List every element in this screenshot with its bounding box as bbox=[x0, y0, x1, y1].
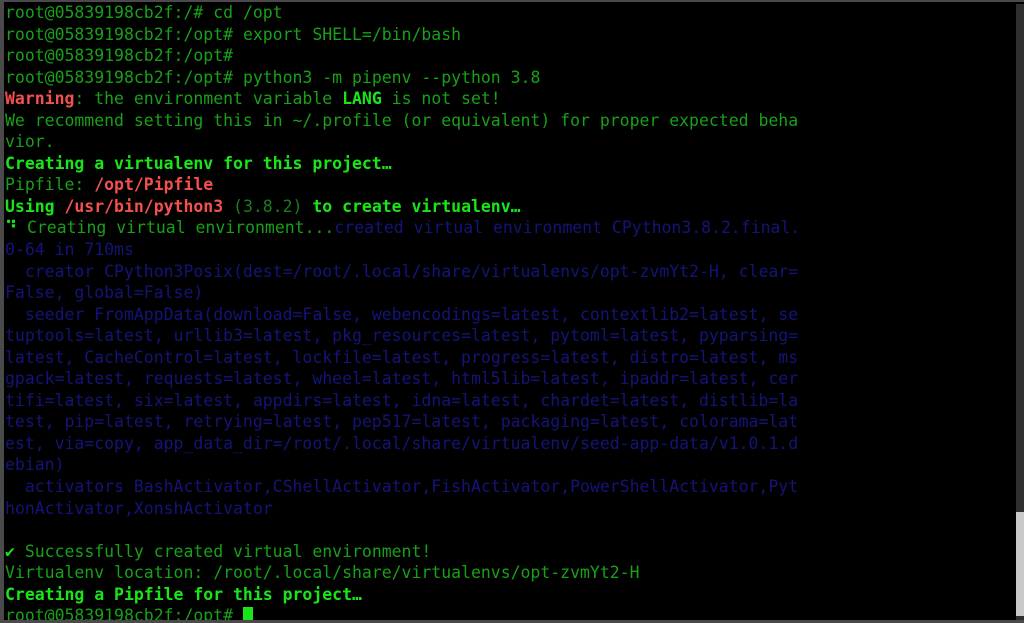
terminal-line: est, via=copy, app_data_dir=/root/.local… bbox=[5, 433, 1016, 455]
terminal-text-span: root@05839198cb2f:/opt# bbox=[5, 24, 243, 44]
terminal-line: Virtualenv location: /root/.local/share/… bbox=[5, 562, 1016, 584]
terminal-text-span: creator CPython3Posix(dest=/root/.local/… bbox=[5, 261, 799, 281]
terminal-text-span: cd /opt bbox=[213, 3, 283, 22]
terminal-line: honActivator,XonshActivator bbox=[5, 498, 1016, 520]
terminal-text-span: Warning bbox=[5, 89, 75, 109]
terminal-line: vior. bbox=[5, 131, 1016, 153]
terminal-text-span: Creating virtual environment... bbox=[26, 218, 335, 238]
terminal-text-span: root@05839198cb2f:/opt# bbox=[5, 606, 243, 620]
terminal-line: ⠙ Creating virtual environment...created… bbox=[5, 217, 1016, 239]
terminal-line: Pipfile: /opt/Pipfile bbox=[5, 174, 1016, 196]
terminal-line: We recommend setting this in ~/.profile … bbox=[5, 110, 1016, 132]
terminal-text-span: root@05839198cb2f:/opt# bbox=[5, 67, 243, 87]
terminal-text-span: Virtualenv location: /root/.local/share/… bbox=[5, 563, 640, 583]
terminal-text-span: root@05839198cb2f:/# bbox=[5, 3, 214, 22]
terminal-text-span: /usr/bin/python3 bbox=[64, 196, 224, 216]
terminal-line: ✔ Successfully created virtual environme… bbox=[5, 541, 1016, 563]
scrollbar-thumb[interactable] bbox=[1016, 512, 1024, 616]
terminal-line: ebian) bbox=[5, 454, 1016, 476]
terminal-text-span: /opt/Pipfile bbox=[94, 175, 214, 195]
terminal-text-span: False, global=False) bbox=[5, 283, 204, 303]
terminal-text-span: latest, CacheControl=latest, lockfile=la… bbox=[5, 347, 799, 367]
terminal-line: seeder FromAppData(download=False, weben… bbox=[5, 304, 1016, 326]
terminal-text-span bbox=[302, 197, 312, 216]
vertical-scrollbar[interactable] bbox=[1016, 4, 1024, 620]
terminal-line: 0-64 in 710ms bbox=[5, 239, 1016, 261]
terminal-text-span: tifi=latest, six=latest, appdirs=latest,… bbox=[5, 390, 799, 410]
terminal-text-span: python3 -m pipenv --python 3.8 bbox=[242, 67, 541, 87]
terminal-text-span: : the environment variable bbox=[74, 89, 343, 109]
terminal-line: test, pip=latest, retrying=latest, pep51… bbox=[5, 411, 1016, 433]
terminal-line: tifi=latest, six=latest, appdirs=latest,… bbox=[5, 390, 1016, 412]
terminal-text-span: 0-64 in 710ms bbox=[5, 240, 134, 260]
terminal-line: root@05839198cb2f:/# cd /opt bbox=[5, 2, 1016, 24]
terminal-text-span: Creating a virtualenv for this project… bbox=[5, 153, 392, 173]
terminal-line: root@05839198cb2f:/opt# export SHELL=/bi… bbox=[5, 24, 1016, 46]
terminal-text-span: seeder FromAppData(download=False, weben… bbox=[5, 304, 799, 324]
terminal-text-span: ebian) bbox=[5, 455, 65, 475]
terminal-line: creator CPython3Posix(dest=/root/.local/… bbox=[5, 261, 1016, 283]
terminal-line: False, global=False) bbox=[5, 282, 1016, 304]
terminal-line: Warning: the environment variable LANG i… bbox=[5, 88, 1016, 110]
terminal-text-span: Pipfile: bbox=[5, 175, 95, 195]
terminal-line: root@05839198cb2f:/opt# bbox=[5, 45, 1016, 67]
terminal-line: root@05839198cb2f:/opt# bbox=[5, 605, 1016, 620]
terminal-text-span: is not set! bbox=[381, 89, 501, 109]
terminal-text-span: ⠙ bbox=[5, 218, 27, 238]
terminal-text-span: ✔ bbox=[5, 541, 15, 561]
terminal-text-span: (3.8.2) bbox=[233, 196, 303, 216]
terminal-line: root@05839198cb2f:/opt# python3 -m pipen… bbox=[5, 67, 1016, 89]
terminal-line: Using /usr/bin/python3 (3.8.2) to create… bbox=[5, 196, 1016, 218]
terminal-output-area[interactable]: root@05839198cb2f:/# cd /opt root@0583919… bbox=[4, 2, 1016, 620]
terminal-text-span bbox=[223, 197, 233, 216]
terminal-text-span: root@05839198cb2f:/opt# bbox=[5, 46, 243, 66]
terminal-line: tuptools=latest, urllib3=latest, pkg_res… bbox=[5, 325, 1016, 347]
terminal-text-span: Successfully created virtual environment… bbox=[14, 541, 432, 561]
terminal-text-span: tuptools=latest, urllib3=latest, pkg_res… bbox=[5, 326, 799, 346]
terminal-text-span: activators BashActivator,CShellActivator… bbox=[5, 477, 799, 497]
terminal-text-span: created virtual environment CPython3.8.2… bbox=[334, 218, 801, 238]
terminal-line: gpack=latest, requests=latest, wheel=lat… bbox=[5, 368, 1016, 390]
terminal-text-span: honActivator,XonshActivator bbox=[5, 498, 273, 518]
terminal-window[interactable]: root@05839198cb2f:/# cd /opt root@0583919… bbox=[0, 0, 1024, 623]
terminal-text-span: Creating a Pipfile for this project… bbox=[5, 584, 362, 604]
terminal-text-span: LANG bbox=[342, 89, 382, 109]
terminal-text-span: gpack=latest, requests=latest, wheel=lat… bbox=[5, 369, 799, 389]
terminal-text-span: Using bbox=[5, 196, 65, 216]
terminal-line: activators BashActivator,CShellActivator… bbox=[5, 476, 1016, 498]
terminal-text-span: test, pip=latest, retrying=latest, pep51… bbox=[5, 412, 799, 432]
terminal-text-span: est, via=copy, app_data_dir=/root/.local… bbox=[5, 433, 799, 453]
terminal-text-span: export SHELL=/bin/bash bbox=[242, 24, 462, 44]
terminal-cursor bbox=[242, 607, 253, 620]
terminal-text-span: We recommend setting this in ~/.profile … bbox=[5, 110, 799, 130]
terminal-line: Creating a Pipfile for this project… bbox=[5, 584, 1016, 606]
terminal-text-span: to create virtualenv… bbox=[312, 196, 521, 216]
terminal-line: latest, CacheControl=latest, lockfile=la… bbox=[5, 347, 1016, 369]
terminal-text-span: vior. bbox=[5, 132, 55, 152]
terminal-line: Creating a virtualenv for this project… bbox=[5, 153, 1016, 175]
